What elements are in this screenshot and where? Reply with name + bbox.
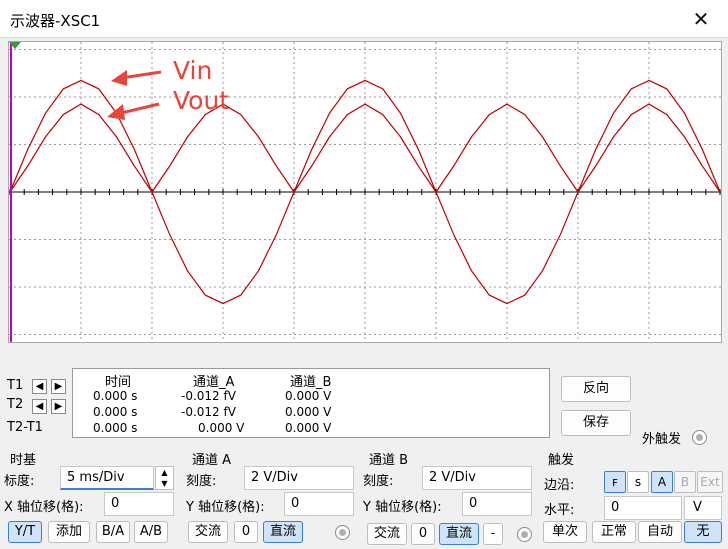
trigger-auto-button[interactable]: 自动 [638,521,682,543]
channel-b-scale-field[interactable]: 2 V/Div [422,466,532,490]
timebase-scale-field[interactable]: 5 ms/Div [60,466,154,490]
channel-a-gnd-button[interactable]: 0 [234,521,258,543]
window-title: 示波器-XSC1 [10,12,101,30]
trigger-level-label: 水平: [544,503,575,518]
trigger-rising-edge-icon[interactable]: ꜰ [604,471,626,493]
trigger-source-ext-button[interactable]: Ext [697,471,723,493]
channel-b-scale-label: 刻度: [363,474,394,489]
t1-channel-b: 0.000 V [285,389,332,403]
t2t1-channel-a: 0.000 V [198,421,245,435]
trigger-edge-label: 边沿: [544,478,575,493]
mode-ba-button[interactable]: B/A [96,521,130,543]
trigger-source-b-button[interactable]: B [674,471,696,493]
external-trigger-radio[interactable] [692,430,707,445]
cursor-t2t1-label: T2-T1 [7,420,43,435]
channel-b-gnd-button[interactable]: 0 [411,523,435,545]
timebase-scale-label: 标度: [4,474,35,489]
oscilloscope-screen: Vin Vout [8,41,722,343]
t1-right-arrow-icon[interactable]: ▶ [51,379,66,394]
t2-left-arrow-icon[interactable]: ◀ [32,399,47,414]
trigger-level-unit[interactable]: V [684,496,722,520]
trigger-none-button[interactable]: 无 [684,521,722,543]
channel-b-ac-button[interactable]: 交流 [367,523,407,545]
t1-time: 0.000 s [93,389,138,403]
reverse-button[interactable]: 反向 [561,376,631,402]
channel-b-dc-button[interactable]: 直流 [439,523,479,545]
channel-a-ypos-field[interactable]: 0 [284,492,354,516]
cursor-t1-label: T1 [7,378,24,393]
channel-a-scale-field[interactable]: 2 V/Div [244,466,354,490]
timebase-xpos-label: X 轴位移(格): [4,500,84,515]
trigger-single-button[interactable]: 单次 [543,521,587,543]
t2t1-channel-b: 0.000 V [285,421,332,435]
t1-channel-a: -0.012 fV [181,389,236,403]
timebase-xpos-field[interactable]: 0 [104,492,174,516]
channel-b-minus-button[interactable]: - [483,523,503,545]
channel-b-ypos-label: Y 轴位移(格): [363,500,442,515]
t2-channel-a: -0.012 fV [181,405,236,419]
cursor-t2-label: T2 [7,397,24,412]
title-bar: 示波器-XSC1 ✕ [0,0,728,38]
channel-a-dc-button[interactable]: 直流 [263,521,303,543]
trigger-normal-button[interactable]: 正常 [592,521,636,543]
channel-a-scale-label: 刻度: [186,474,217,489]
control-panel: T1 T2 T2-T1 ◀ ▶ ◀ ▶ 时间 通道_A 通道_B 0.000 s… [0,344,728,549]
t2-right-arrow-icon[interactable]: ▶ [51,399,66,414]
save-button[interactable]: 保存 [561,410,631,436]
channel-b-ypos-field[interactable]: 0 [462,492,532,516]
t2t1-time: 0.000 s [93,421,138,435]
scope-plot [9,42,721,342]
t1-left-arrow-icon[interactable]: ◀ [32,379,47,394]
annotation-vout-label: Vout [173,86,230,115]
external-trigger-label: 外触发 [642,432,682,447]
measurement-table: 时间 通道_A 通道_B 0.000 s -0.012 fV 0.000 V 0… [72,368,550,438]
trigger-source-a-button[interactable]: A [651,471,673,493]
header-channel-a: 通道_A [193,375,235,390]
trigger-level-field[interactable]: 0 [604,496,682,520]
scope-grid [9,42,721,342]
mode-add-button[interactable]: 添加 [48,521,90,543]
t2-time: 0.000 s [93,405,138,419]
channel-a-radio[interactable] [335,525,350,540]
channel-a-section-title: 通道 A [192,453,232,468]
timebase-scale-stepper[interactable]: ▲ ▼ [155,466,174,490]
header-time: 时间 [105,375,132,390]
header-channel-b: 通道_B [290,375,332,390]
mode-ab-button[interactable]: A/B [134,521,168,543]
trigger-falling-edge-icon[interactable]: ꜱ [627,471,649,493]
t2-channel-b: 0.000 V [285,405,332,419]
trigger-section-title: 触发 [548,453,575,468]
mode-yt-button[interactable]: Y/T [8,521,42,543]
channel-a-ypos-label: Y 轴位移(格): [186,500,265,515]
channel-b-section-title: 通道 B [369,453,409,468]
close-icon[interactable]: ✕ [688,6,714,32]
timebase-section-title: 时基 [10,453,37,468]
channel-a-ac-button[interactable]: 交流 [188,521,228,543]
channel-b-radio[interactable] [517,527,532,542]
annotation-vin-label: Vin [173,56,213,85]
